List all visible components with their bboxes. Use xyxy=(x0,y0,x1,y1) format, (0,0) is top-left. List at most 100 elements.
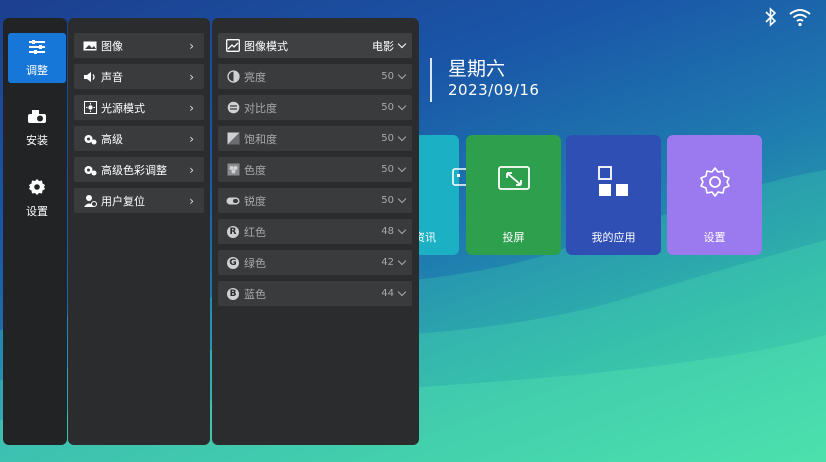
chevron-right-icon: › xyxy=(189,131,194,146)
setting-contrast[interactable]: 对比度 50 xyxy=(218,95,412,120)
sidebar-panel: 调整 安装 设置 xyxy=(3,18,67,445)
chevron-down-icon xyxy=(397,256,407,266)
setting-label: 锐度 xyxy=(244,194,266,208)
sidebar-item-adjust[interactable]: 调整 xyxy=(8,33,66,83)
hue-icon xyxy=(226,163,240,177)
adjust-menu-panel: 图像 › 声音 › 光源模式 › 高级 › 高级色彩调整 › 用户复位 › xyxy=(68,18,210,445)
setting-value-text: 50 xyxy=(381,164,394,175)
setting-value: 44 xyxy=(381,287,407,299)
user-reset-icon xyxy=(83,194,97,208)
contrast-icon xyxy=(226,101,240,115)
red-icon: R xyxy=(226,225,240,239)
tile-apps[interactable]: 我的应用 xyxy=(566,135,661,255)
gears-icon xyxy=(83,132,97,146)
chevron-down-icon xyxy=(397,163,407,173)
setting-blue[interactable]: B 蓝色 44 xyxy=(218,281,412,306)
tile-cast-label: 投屏 xyxy=(502,231,525,244)
color-gears-icon xyxy=(83,163,97,177)
chevron-down-icon xyxy=(397,39,407,49)
menu-item-light-source[interactable]: 光源模式 › xyxy=(74,95,204,120)
date-label: 2023/09/16 xyxy=(448,81,540,99)
setting-value-text: 44 xyxy=(381,288,394,299)
setting-value-text: 42 xyxy=(381,257,394,268)
chevron-right-icon: › xyxy=(189,100,194,115)
setting-value-text: 50 xyxy=(381,195,394,206)
chevron-right-icon: › xyxy=(189,162,194,177)
menu-item-label: 图像 xyxy=(101,39,123,53)
chevron-down-icon xyxy=(397,287,407,297)
chevron-down-icon xyxy=(397,132,407,142)
tile-cast[interactable]: 投屏 xyxy=(466,135,561,255)
sharpness-icon xyxy=(226,194,240,208)
chevron-right-icon: › xyxy=(189,38,194,53)
speaker-icon xyxy=(83,70,97,84)
bluetooth-icon xyxy=(764,7,778,31)
picture-mode-icon xyxy=(226,39,240,53)
setting-value: 50 xyxy=(381,101,407,113)
image-icon xyxy=(83,39,97,53)
menu-item-label: 用户复位 xyxy=(101,194,145,208)
setting-saturation[interactable]: 饱和度 50 xyxy=(218,126,412,151)
menu-item-user-reset[interactable]: 用户复位 › xyxy=(74,188,204,213)
setting-value: 50 xyxy=(381,194,407,206)
sliders-icon xyxy=(28,39,46,58)
setting-value-text: 电影 xyxy=(372,39,394,53)
setting-brightness[interactable]: 亮度 50 xyxy=(218,64,412,89)
light-source-icon xyxy=(83,101,97,115)
weekday-label: 星期六 xyxy=(448,58,506,80)
saturation-icon xyxy=(226,132,240,146)
setting-hue[interactable]: 色度 50 xyxy=(218,157,412,182)
setting-value: 42 xyxy=(381,256,407,268)
gear-icon xyxy=(28,178,46,199)
chevron-down-icon xyxy=(397,194,407,204)
setting-label: 红色 xyxy=(244,225,266,239)
setting-value: 50 xyxy=(381,70,407,82)
gear-icon xyxy=(698,165,732,203)
setting-label: 图像模式 xyxy=(244,39,288,53)
sidebar-item-label: 设置 xyxy=(26,204,48,218)
tile-apps-label: 我的应用 xyxy=(591,231,636,244)
green-icon: G xyxy=(226,256,240,270)
setting-value: 50 xyxy=(381,163,407,175)
setting-picture-mode[interactable]: 图像模式 电影 xyxy=(218,33,412,58)
setting-label: 绿色 xyxy=(244,256,266,270)
projector-icon xyxy=(27,109,47,128)
menu-item-label: 高级色彩调整 xyxy=(101,163,167,177)
image-settings-panel: 图像模式 电影 亮度 50 对比度 50 饱和度 50 色度 50 锐度 50 … xyxy=(212,18,419,445)
tile-settings[interactable]: 设置 xyxy=(667,135,762,255)
setting-sharpness[interactable]: 锐度 50 xyxy=(218,188,412,213)
menu-item-advanced[interactable]: 高级 › xyxy=(74,126,204,151)
sidebar-item-label: 调整 xyxy=(26,63,48,77)
setting-value: 电影 xyxy=(372,38,407,54)
menu-item-label: 高级 xyxy=(101,132,123,146)
blue-letter: B xyxy=(227,287,239,300)
menu-item-image[interactable]: 图像 › xyxy=(74,33,204,58)
apps-icon xyxy=(597,165,631,203)
menu-item-sound[interactable]: 声音 › xyxy=(74,64,204,89)
setting-red[interactable]: R 红色 48 xyxy=(218,219,412,244)
wifi-icon xyxy=(788,7,812,31)
chevron-right-icon: › xyxy=(189,69,194,84)
tile-settings-label: 设置 xyxy=(703,231,726,244)
sidebar-item-settings[interactable]: 设置 xyxy=(8,173,66,223)
sidebar-item-install[interactable]: 安装 xyxy=(8,103,66,153)
status-bar xyxy=(764,7,812,31)
setting-green[interactable]: G 绿色 42 xyxy=(218,250,412,275)
setting-value: 48 xyxy=(381,225,407,237)
red-letter: R xyxy=(227,225,239,238)
setting-value-text: 50 xyxy=(381,102,394,113)
brightness-icon xyxy=(226,70,240,84)
menu-item-label: 声音 xyxy=(101,70,123,84)
blue-icon: B xyxy=(226,287,240,301)
menu-item-advanced-color[interactable]: 高级色彩调整 › xyxy=(74,157,204,182)
setting-label: 饱和度 xyxy=(244,132,277,146)
setting-label: 色度 xyxy=(244,163,266,177)
date-display: 星期六 2023/09/16 xyxy=(430,58,539,102)
setting-label: 对比度 xyxy=(244,101,277,115)
cast-icon xyxy=(497,165,531,197)
green-letter: G xyxy=(227,256,239,269)
chevron-down-icon xyxy=(397,70,407,80)
setting-value-text: 50 xyxy=(381,133,394,144)
setting-label: 亮度 xyxy=(244,70,266,84)
setting-label: 蓝色 xyxy=(244,287,266,301)
